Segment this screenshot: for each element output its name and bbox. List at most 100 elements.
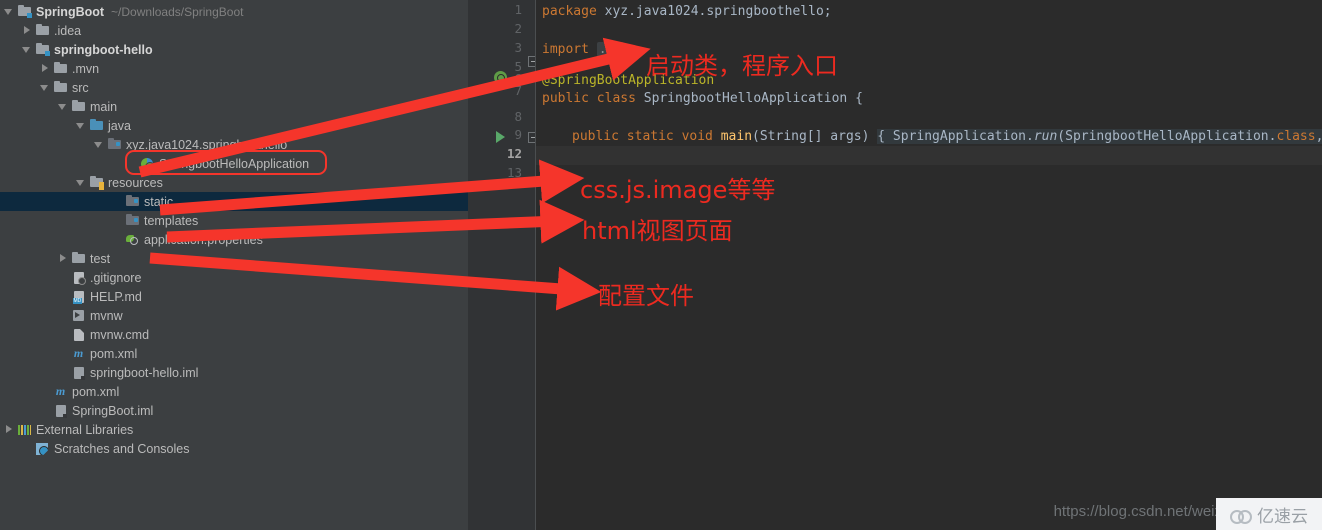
folder-icon bbox=[35, 23, 50, 38]
code-line-9[interactable]: public static void main(String[] args) {… bbox=[572, 127, 1322, 146]
chevron-down-icon[interactable] bbox=[76, 177, 87, 188]
resources-folder-icon bbox=[89, 175, 104, 190]
chevron-right-icon[interactable] bbox=[40, 63, 51, 74]
tree-item-label: test bbox=[90, 251, 111, 266]
line-number: 3 bbox=[514, 40, 522, 55]
external-libraries-icon bbox=[17, 422, 32, 437]
class-close-brace: } bbox=[542, 167, 550, 182]
tree-item-pom-xml[interactable]: m pom.xml bbox=[0, 382, 508, 401]
chevron-right-icon[interactable] bbox=[22, 25, 33, 36]
folder-icon bbox=[53, 61, 68, 76]
tree-item-idea[interactable]: .idea bbox=[0, 21, 490, 40]
main-method-signature: (String[] args) bbox=[752, 129, 878, 144]
maven-file-icon: m bbox=[55, 384, 66, 398]
folder-icon bbox=[53, 80, 68, 95]
chevron-down-icon[interactable] bbox=[22, 44, 33, 55]
chevron-down-icon[interactable] bbox=[76, 120, 87, 131]
editor-gutter[interactable]: 1 2 3 5 6 7 8 9 12 13 bbox=[468, 0, 539, 530]
chevron-right-icon[interactable] bbox=[58, 253, 69, 264]
tree-item-label: pom.xml bbox=[90, 346, 138, 361]
ide-screenshot: SpringBoot ~/Downloads/SpringBoot .idea spr… bbox=[0, 0, 1322, 530]
tree-item-label: mvnw.cmd bbox=[90, 327, 150, 342]
chevron-down-icon[interactable] bbox=[4, 6, 15, 17]
tree-item-external-libraries[interactable]: External Libraries bbox=[0, 420, 472, 439]
tree-item-springboot-hello-iml[interactable]: springboot-hello.iml bbox=[0, 363, 526, 382]
code-line-3[interactable]: import ... bbox=[542, 40, 625, 59]
package-icon bbox=[125, 194, 140, 209]
file-icon bbox=[71, 327, 86, 342]
folded-imports-ellipsis[interactable]: ... bbox=[596, 42, 625, 57]
tree-item-mvnw[interactable]: mvnw bbox=[0, 306, 526, 325]
highlight-box-application-class bbox=[125, 150, 327, 175]
annotation-label: 启动类，程序入口 bbox=[646, 52, 838, 80]
folder-icon bbox=[71, 251, 86, 266]
tree-item-label: main bbox=[90, 99, 118, 114]
tree-item-mvn[interactable]: .mvn bbox=[0, 59, 508, 78]
code-line-13[interactable]: } bbox=[542, 165, 550, 184]
tree-item-mvnw-cmd[interactable]: mvnw.cmd bbox=[0, 325, 526, 344]
folder-icon bbox=[71, 99, 86, 114]
package-icon bbox=[107, 137, 122, 152]
spring-bean-gutter-icon[interactable] bbox=[494, 71, 507, 84]
keyword-import: import bbox=[542, 42, 589, 57]
line-number: 8 bbox=[514, 109, 522, 124]
project-tree-panel[interactable]: SpringBoot ~/Downloads/SpringBoot .idea spr… bbox=[0, 0, 580, 530]
line-number: 9 bbox=[514, 127, 522, 142]
tree-item-label: .idea bbox=[54, 23, 82, 38]
tree-item-src[interactable]: src bbox=[0, 78, 508, 97]
tree-item-label: .mvn bbox=[72, 61, 100, 76]
tree-item-help-md[interactable]: HELP.md bbox=[0, 287, 526, 306]
method-modifiers: public static void bbox=[572, 129, 721, 144]
maven-file-icon: m bbox=[73, 346, 84, 360]
tree-item-pom-xml[interactable]: m pom.xml bbox=[0, 344, 526, 363]
project-path-hint: ~/Downloads/SpringBoot bbox=[111, 4, 244, 19]
tree-item-test[interactable]: test bbox=[0, 249, 526, 268]
folded-method-body[interactable]: { SpringApplication.run(SpringbootHelloA… bbox=[877, 129, 1322, 144]
module-folder-icon bbox=[17, 4, 32, 19]
tree-item-label: mvnw bbox=[90, 308, 123, 323]
tree-item-springboot-iml[interactable]: SpringBoot.iml bbox=[0, 401, 508, 420]
tree-item-label: static bbox=[144, 194, 174, 209]
keyword-package: package bbox=[542, 4, 597, 19]
chevron-down-icon[interactable] bbox=[94, 139, 105, 150]
tree-item-springboot[interactable]: SpringBoot ~/Downloads/SpringBoot bbox=[0, 2, 472, 21]
tree-item-label: src bbox=[72, 80, 89, 95]
tree-item-label: External Libraries bbox=[36, 422, 134, 437]
tree-item-springboot-hello[interactable]: springboot-hello bbox=[0, 40, 490, 59]
current-line-highlight bbox=[536, 146, 1322, 165]
class-name: SpringbootHelloApplication { bbox=[643, 91, 863, 106]
tree-item-resources[interactable]: resources bbox=[0, 173, 544, 192]
run-main-gutter-icon[interactable] bbox=[496, 131, 505, 143]
yisuyun-badge: 亿速云 bbox=[1216, 498, 1322, 530]
line-number: 13 bbox=[506, 165, 522, 180]
run-method-ref: run bbox=[1033, 129, 1058, 144]
code-line-1[interactable]: package xyz.java1024.springboothello; bbox=[542, 2, 832, 21]
package-name: xyz.java1024.springboothello; bbox=[596, 4, 832, 19]
run-arguments: (SpringbootHelloApplication. bbox=[1057, 129, 1277, 144]
main-method-name: main bbox=[720, 129, 753, 144]
scratches-icon bbox=[35, 441, 50, 456]
tree-item-java[interactable]: java bbox=[0, 116, 544, 135]
chevron-down-icon[interactable] bbox=[58, 101, 69, 112]
chevron-right-icon[interactable] bbox=[4, 424, 15, 435]
chevron-down-icon[interactable] bbox=[40, 82, 51, 93]
tree-item-main[interactable]: main bbox=[0, 97, 526, 116]
class-modifiers: public class bbox=[542, 91, 644, 106]
module-folder-icon bbox=[35, 42, 50, 57]
tree-item-label: resources bbox=[108, 175, 163, 190]
tree-item-scratches-and-consoles[interactable]: Scratches and Consoles bbox=[0, 439, 490, 458]
code-line-7[interactable]: public class SpringbootHelloApplication … bbox=[542, 89, 863, 108]
tree-item-gitignore[interactable]: .gitignore bbox=[0, 268, 526, 287]
properties-file-icon bbox=[125, 232, 140, 247]
tree-item-label: springboot-hello.iml bbox=[90, 365, 199, 380]
